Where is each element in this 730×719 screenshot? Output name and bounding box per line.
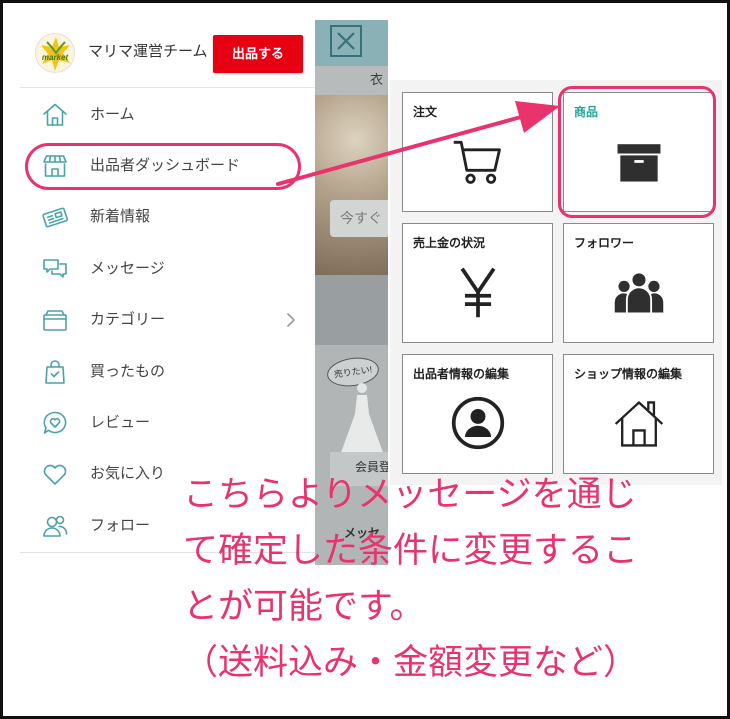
- background-band: [315, 275, 388, 345]
- menu-item-label: 新着情報: [90, 208, 151, 226]
- yen-icon: [450, 264, 506, 320]
- chat-icon: [41, 255, 69, 283]
- hero-photo: [315, 95, 388, 275]
- chevron-right-icon: [286, 312, 296, 328]
- box-icon: [611, 133, 667, 189]
- menu-item-label: 買ったもの: [90, 362, 166, 380]
- menu-item-label: お気に入り: [90, 465, 166, 483]
- cart-icon: [450, 133, 506, 189]
- background-header: [315, 20, 388, 66]
- annotation-line: こちらよりメッセージを通じ: [183, 475, 637, 514]
- tile-shop-info-edit[interactable]: ショップ情報の編集: [563, 354, 714, 474]
- menu-item-label: ホーム: [90, 105, 135, 123]
- tile-label: フォロワー: [574, 236, 635, 250]
- menu-item-label: カテゴリー: [90, 311, 166, 329]
- category-tab-fragment[interactable]: 衣: [370, 72, 383, 88]
- logo-text: market: [41, 53, 69, 62]
- newspaper-icon: [41, 203, 69, 231]
- menu-item-label: 出品者ダッシュボード: [90, 157, 241, 175]
- follow-icon: [41, 512, 69, 540]
- seller-dashboard-grid: 注文 商品 売上金の状況 フォロワー 出品者情報の編集 ショップ情報の編集: [390, 80, 722, 485]
- shopping-bag-icon: [41, 358, 69, 386]
- menu-item-home[interactable]: ホーム: [20, 89, 315, 140]
- tile-label: 注文: [413, 105, 438, 119]
- menu-item-messages[interactable]: メッセージ: [20, 243, 315, 294]
- menu-item-news[interactable]: 新着情報: [20, 192, 315, 243]
- home-icon: [41, 101, 69, 129]
- menu-item-category[interactable]: カテゴリー: [20, 295, 315, 346]
- followers-icon: [611, 264, 667, 320]
- menu-item-reviews[interactable]: レビュー: [20, 397, 315, 448]
- search-input[interactable]: 今すぐ: [330, 200, 388, 237]
- annotation-line: て確定した条件に変更するこ: [183, 531, 639, 570]
- menu-item-label: フォロー: [90, 516, 151, 534]
- close-icon: [330, 25, 362, 57]
- tile-label: ショップ情報の編集: [574, 367, 683, 381]
- tile-seller-info-edit[interactable]: 出品者情報の編集: [402, 354, 553, 474]
- avatar[interactable]: market: [35, 33, 75, 73]
- heart-icon: [41, 460, 69, 488]
- tile-label: 出品者情報の編集: [413, 367, 510, 381]
- search-placeholder: 今すぐ: [340, 210, 382, 226]
- person-circle-icon: [450, 395, 506, 451]
- shop-house-icon: [611, 395, 667, 451]
- drawer-header: market マリマ運営チーム 出品する: [20, 20, 315, 88]
- tile-products[interactable]: 商品: [563, 92, 714, 212]
- annotation-line: とが可能です。: [183, 587, 425, 626]
- review-icon: [41, 409, 69, 437]
- bride-illustration: [339, 383, 385, 458]
- menu-item-seller-dashboard[interactable]: 出品者ダッシュボード: [20, 140, 315, 191]
- tile-label: 商品: [574, 105, 599, 119]
- menu-item-label: レビュー: [90, 414, 151, 432]
- annotation-line: （送料込み・金額変更など）: [183, 643, 639, 682]
- close-button[interactable]: [330, 25, 362, 57]
- tile-orders[interactable]: 注文: [402, 92, 553, 212]
- category-icon: [41, 306, 69, 334]
- tile-sales-status[interactable]: 売上金の状況: [402, 223, 553, 343]
- tile-followers[interactable]: フォロワー: [563, 223, 714, 343]
- annotation-text: こちらよりメッセージを通じ て確定した条件に変更するこ とが可能です。 （送料込…: [183, 467, 638, 691]
- tile-label: 売上金の状況: [413, 236, 486, 250]
- account-name: マリマ運営チーム: [88, 43, 208, 60]
- menu-item-label: メッセージ: [90, 259, 165, 277]
- store-icon: [41, 152, 69, 180]
- sell-button[interactable]: 出品する: [213, 35, 303, 73]
- category-strip: 衣: [315, 66, 388, 95]
- menu-item-purchases[interactable]: 買ったもの: [20, 346, 315, 397]
